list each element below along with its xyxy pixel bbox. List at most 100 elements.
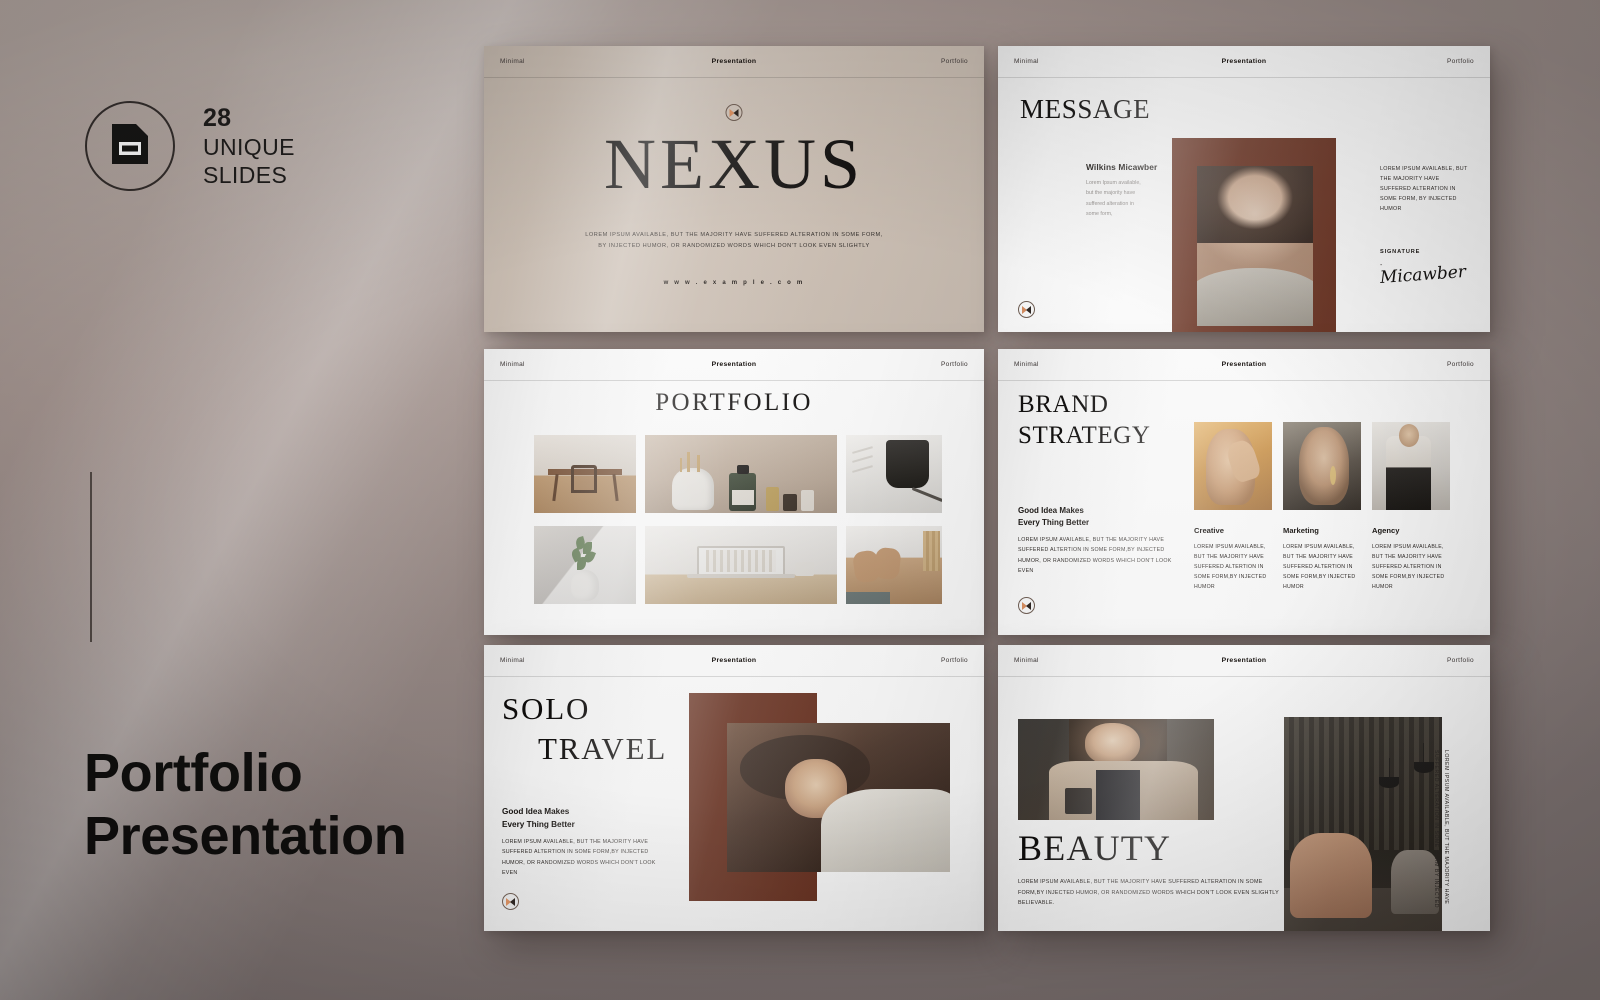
logo-right-triangle xyxy=(1026,305,1032,314)
nexus-logo-mark xyxy=(1018,597,1035,614)
message-author-name: Wilkins Micawber xyxy=(1086,162,1158,172)
solo-travel-heading-line-1: Good Idea Makes xyxy=(502,807,570,816)
cover-title: NEXUS xyxy=(603,124,864,204)
header-right-label: Portfolio xyxy=(1447,657,1474,664)
slide-6-beauty[interactable]: Minimal Presentation Portfolio BEAUTY LO… xyxy=(998,645,1490,931)
slide-document-icon xyxy=(110,122,150,171)
logo-right-triangle xyxy=(1026,601,1032,610)
slide-header: Minimal Presentation Portfolio xyxy=(484,349,984,381)
solo-travel-title-line-1: SOLO xyxy=(502,691,591,726)
solo-travel-heading: Good Idea Makes Every Thing Better xyxy=(502,805,575,831)
header-center-label: Presentation xyxy=(711,657,757,664)
slide-1-cover[interactable]: Minimal Presentation Portfolio NEXUS LOR… xyxy=(484,46,984,332)
page-title-line-1: Portfolio xyxy=(84,743,303,803)
creative-thumbnail xyxy=(1194,422,1272,510)
header-right-label: Portfolio xyxy=(941,361,968,368)
header-left-label: Minimal xyxy=(1014,361,1039,368)
brand-strategy-title: BRAND STRATEGY xyxy=(1018,389,1151,452)
slide-header: Minimal Presentation Portfolio xyxy=(484,46,984,78)
strategy-column-marketing: Marketing LOREM IPSUM AVAILABLE, BUT THE… xyxy=(1283,422,1361,592)
signature-label: SIGNATURE xyxy=(1380,249,1421,255)
nexus-logo-mark xyxy=(725,104,743,121)
beauty-body: LOREM IPSUM AVAILABLE, BUT THE MAJORITY … xyxy=(1018,879,1279,907)
logo-right-triangle xyxy=(510,897,516,906)
marketing-title: Marketing xyxy=(1283,526,1319,535)
slide-header: Minimal Presentation Portfolio xyxy=(484,645,984,677)
marketing-body: LOREM IPSUM AVAILABLE, BUT THE MAJORITY … xyxy=(1283,544,1356,590)
header-center-label: Presentation xyxy=(711,58,757,65)
nexus-logo-mark xyxy=(1018,301,1035,318)
portrait-photo xyxy=(1197,166,1313,326)
slide-3-portfolio[interactable]: Minimal Presentation Portfolio PORTFOLIO xyxy=(484,349,984,635)
lobby-interior-photo xyxy=(1284,717,1442,931)
solo-travel-title: SOLO TRAVEL xyxy=(502,689,667,768)
gallery-item-tan-sofa xyxy=(846,526,942,604)
gallery-item-dining-room xyxy=(534,435,636,513)
slide-header: Minimal Presentation Portfolio xyxy=(998,349,1490,381)
slide-2-message[interactable]: Minimal Presentation Portfolio MESSAGE W… xyxy=(998,46,1490,332)
header-left-label: Minimal xyxy=(1014,58,1039,65)
coffee-woman-photo xyxy=(1018,719,1214,820)
badge-text-block: 28 UNIQUE SLIDES xyxy=(203,103,295,190)
solo-travel-body: LOREM IPSUM AVAILABLE, BUT THE MAJORITY … xyxy=(502,839,656,876)
portfolio-gallery-grid xyxy=(534,435,942,605)
header-right-label: Portfolio xyxy=(941,58,968,65)
logo-right-triangle xyxy=(733,108,739,117)
strategy-column-agency: Agency LOREM IPSUM AVAILABLE, BUT THE MA… xyxy=(1372,422,1450,592)
agency-body: LOREM IPSUM AVAILABLE, BUT THE MAJORITY … xyxy=(1372,544,1445,590)
brand-strategy-heading: Good Idea Makes Every Thing Better xyxy=(1018,505,1089,530)
marketing-thumbnail xyxy=(1283,422,1361,510)
header-right-label: Portfolio xyxy=(1447,58,1474,65)
header-left-label: Minimal xyxy=(500,58,525,65)
header-center-label: Presentation xyxy=(711,361,757,368)
header-left-label: Minimal xyxy=(1014,657,1039,664)
portfolio-title: PORTFOLIO xyxy=(655,389,813,416)
header-center-label: Presentation xyxy=(1221,657,1267,664)
message-body-text: LOREM IPSUM AVAILABLE, BUT THE MAJORITY … xyxy=(1380,166,1468,212)
strategy-column-creative: Creative LOREM IPSUM AVAILABLE, BUT THE … xyxy=(1194,422,1272,592)
brand-strategy-body: LOREM IPSUM AVAILABLE, BUT THE MAJORITY … xyxy=(1018,537,1172,574)
header-left-label: Minimal xyxy=(500,657,525,664)
header-right-label: Portfolio xyxy=(941,657,968,664)
message-title: MESSAGE xyxy=(1020,94,1151,124)
badge-line-1: UNIQUE xyxy=(203,134,295,161)
vertical-divider xyxy=(90,472,92,642)
gallery-item-skincare-bottles xyxy=(645,435,837,513)
agency-title: Agency xyxy=(1372,526,1400,535)
beauty-vertical-caption: LOREM IPSUM AVAILABLE, BUT THE MAJORITY … xyxy=(1433,750,1449,909)
solo-travel-title-line-2: TRAVEL xyxy=(538,730,668,766)
beauty-title: BEAUTY xyxy=(1018,828,1172,868)
header-center-label: Presentation xyxy=(1221,58,1267,65)
gallery-item-black-mug xyxy=(846,435,942,513)
solo-travel-heading-line-2: Every Thing Better xyxy=(502,820,575,830)
creative-body: LOREM IPSUM AVAILABLE, BUT THE MAJORITY … xyxy=(1194,544,1267,590)
page-title: Portfolio Presentation xyxy=(84,742,407,868)
slide-5-solo-travel[interactable]: Minimal Presentation Portfolio SOLO TRAV… xyxy=(484,645,984,931)
message-author-body: Lorem Ipsum available, but the majority … xyxy=(1086,180,1141,217)
slide-header: Minimal Presentation Portfolio xyxy=(998,46,1490,78)
nexus-logo-mark xyxy=(502,893,519,910)
brand-strategy-title-line-1: BRAND xyxy=(1018,391,1109,418)
unique-slides-badge: 28 UNIQUE SLIDES xyxy=(85,101,295,191)
cover-website-url: w w w . e x a m p l e . c o m xyxy=(663,280,805,286)
brand-strategy-heading-line-2: Every Thing Better xyxy=(1018,518,1090,528)
left-info-panel: 28 UNIQUE SLIDES Portfolio Presentation xyxy=(0,0,470,1000)
signature-script: Micawber xyxy=(1379,262,1467,288)
badge-line-2: SLIDES xyxy=(203,162,288,189)
travel-photo xyxy=(727,723,950,872)
slide-header: Minimal Presentation Portfolio xyxy=(998,645,1490,677)
header-right-label: Portfolio xyxy=(1447,361,1474,368)
page-title-line-2: Presentation xyxy=(84,806,407,867)
brand-strategy-title-line-2: STRATEGY xyxy=(1018,422,1151,450)
creative-title: Creative xyxy=(1194,526,1224,535)
badge-count: 28 xyxy=(203,103,232,132)
cover-subtitle: LOREM IPSUM AVAILABLE, BUT THE MAJORITY … xyxy=(585,232,883,250)
gallery-item-laptop-desk xyxy=(645,526,837,604)
header-left-label: Minimal xyxy=(500,361,525,368)
brand-strategy-heading-line-1: Good Idea Makes xyxy=(1018,506,1084,515)
gallery-item-white-vase-plant xyxy=(534,526,636,604)
badge-circle xyxy=(85,101,175,191)
slide-4-brand-strategy[interactable]: Minimal Presentation Portfolio BRAND STR… xyxy=(998,349,1490,635)
agency-thumbnail xyxy=(1372,422,1450,510)
header-center-label: Presentation xyxy=(1221,361,1267,368)
